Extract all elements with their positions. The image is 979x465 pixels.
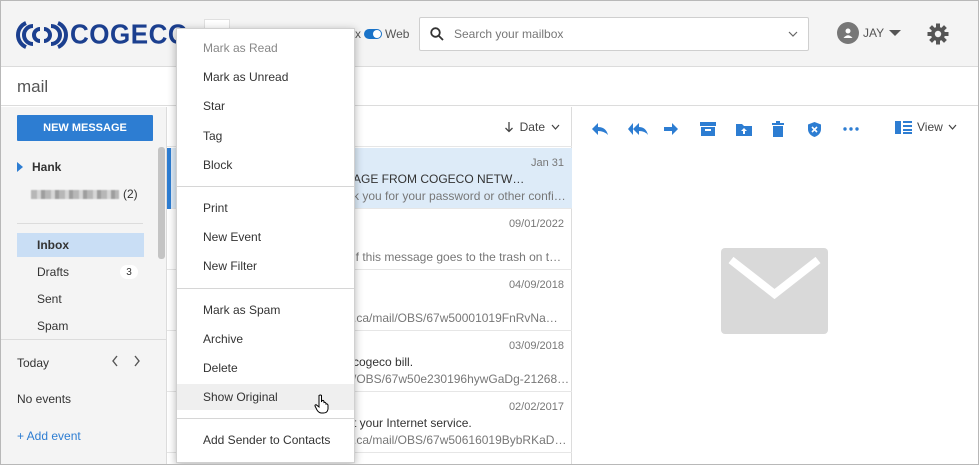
- message-date: 03/09/2018: [508, 340, 564, 352]
- caret-right-icon[interactable]: [17, 162, 23, 172]
- arrow-down-icon[interactable]: [504, 121, 514, 133]
- chevron-left-icon[interactable]: [111, 355, 119, 367]
- new-message-button[interactable]: NEW MESSAGE: [17, 115, 153, 141]
- menu-separator: [177, 186, 354, 187]
- folder-label: Spam: [37, 319, 69, 333]
- logo-text: COGECO: [70, 18, 189, 50]
- message-date: 09/01/2022: [508, 218, 564, 230]
- folder-drafts[interactable]: Drafts 3: [17, 260, 144, 284]
- message-preview: .ca/mail/OBS/67w50001019FnRvNa…: [353, 311, 558, 325]
- message-preview: if this message goes to the trash on t…: [353, 250, 562, 264]
- menu-item-tag[interactable]: Tag: [177, 123, 354, 149]
- folder-spam[interactable]: Spam: [17, 314, 144, 338]
- message-subject: t your Internet service.: [353, 416, 472, 430]
- message-preview: .ca/mail/OBS/67w50616019BybRKaD…: [353, 433, 567, 447]
- sort-control[interactable]: Date: [504, 120, 560, 134]
- message-subject: AGE FROM COGECO NETW…: [353, 172, 525, 186]
- chevron-down-icon: [551, 124, 560, 130]
- account-name: Hank: [32, 160, 62, 174]
- folder-label: Inbox: [37, 238, 69, 252]
- menu-item-mark-as-read: Mark as Read: [203, 41, 278, 55]
- reply-icon[interactable]: [591, 119, 627, 139]
- app-window: COGECO x Web JAY: [0, 0, 979, 465]
- menu-item-star[interactable]: Star: [177, 93, 354, 119]
- message-date: 02/02/2017: [508, 401, 564, 413]
- selection-indicator: [167, 148, 171, 209]
- sidebar: NEW MESSAGE Hank (2) Inbox Drafts 3 Sent…: [1, 107, 167, 464]
- search-box[interactable]: [419, 17, 809, 51]
- toggle-left-label: x: [355, 27, 361, 41]
- hand-cursor-icon: [314, 394, 329, 414]
- top-bar: COGECO x Web JAY: [1, 1, 978, 67]
- folder-label: Sent: [37, 292, 62, 306]
- menu-separator: [177, 418, 354, 419]
- message-date: 04/09/2018: [508, 279, 564, 291]
- cogeco-logo[interactable]: COGECO: [16, 18, 189, 50]
- chevron-down-icon[interactable]: [788, 28, 798, 42]
- search-input[interactable]: [454, 27, 774, 41]
- archive-icon[interactable]: [699, 119, 735, 139]
- message-preview: k you for your password or other confi…: [353, 189, 566, 203]
- menu-item-print[interactable]: Print: [177, 195, 354, 221]
- message-preview: /OBS/67w50e230196hywGaDg-21268…: [353, 372, 570, 386]
- reading-pane: View: [573, 107, 978, 464]
- shield-icon[interactable]: [807, 119, 843, 139]
- no-events-text: No events: [17, 392, 72, 406]
- message-date: Jan 31: [530, 157, 564, 169]
- view-label: View: [917, 120, 943, 134]
- menu-item-new-filter[interactable]: New Filter: [177, 253, 354, 279]
- folder-sent[interactable]: Sent: [17, 287, 144, 311]
- mail-web-toggle[interactable]: x Web: [355, 27, 409, 41]
- caret-down-icon: [889, 30, 902, 36]
- menu-item-mark-as-spam[interactable]: Mark as Spam: [177, 297, 354, 323]
- calendar-today-label: Today: [17, 356, 50, 370]
- forward-icon[interactable]: [663, 119, 699, 139]
- logo-mark-icon: [16, 20, 68, 49]
- sidebar-scrollbar[interactable]: [158, 147, 165, 259]
- more-icon[interactable]: [843, 119, 879, 139]
- sort-label: Date: [519, 120, 545, 134]
- calendar-nav: [111, 355, 141, 367]
- menu-item-add-sender-to-contacts[interactable]: Add Sender to Contacts: [177, 427, 354, 453]
- divider: [1, 339, 166, 340]
- title-strip: mail: [1, 68, 978, 106]
- account-hank[interactable]: Hank: [17, 160, 61, 174]
- menu-item-block[interactable]: Block: [177, 152, 354, 178]
- user-name: JAY: [863, 26, 885, 40]
- page-title: mail: [17, 77, 49, 96]
- menu-item-new-event[interactable]: New Event: [177, 224, 354, 250]
- menu-separator: [177, 288, 354, 289]
- gear-icon[interactable]: [926, 22, 950, 49]
- reply-all-icon[interactable]: [627, 119, 663, 139]
- user-menu[interactable]: JAY: [837, 22, 902, 44]
- chevron-right-icon[interactable]: [133, 355, 141, 367]
- message-subject: cogeco bill.: [353, 355, 414, 369]
- avatar-icon: [837, 22, 859, 44]
- move-folder-icon[interactable]: [735, 119, 771, 139]
- add-event-link[interactable]: + Add event: [17, 429, 81, 443]
- divider: [17, 223, 143, 224]
- view-menu[interactable]: View: [895, 120, 957, 134]
- delete-icon[interactable]: [771, 119, 807, 139]
- blurred-account-name: [31, 189, 119, 199]
- layout-icon: [895, 120, 912, 134]
- folder-inbox[interactable]: Inbox: [17, 233, 144, 257]
- toggle-switch[interactable]: [364, 29, 382, 39]
- search-icon[interactable]: [420, 27, 454, 41]
- drafts-count-badge: 3: [120, 265, 138, 279]
- toggle-right-label: Web: [385, 27, 410, 41]
- chevron-down-icon: [948, 124, 957, 130]
- sub-account[interactable]: (2): [31, 187, 138, 201]
- menu-item-archive[interactable]: Archive: [177, 326, 354, 352]
- message-toolbar: [591, 119, 879, 139]
- sub-account-count: (2): [123, 187, 138, 201]
- menu-item-delete[interactable]: Delete: [177, 355, 354, 381]
- menu-item-mark-as-unread[interactable]: Mark as Unread: [177, 64, 354, 90]
- envelope-placeholder-icon: [721, 248, 828, 334]
- folder-label: Drafts: [37, 265, 70, 279]
